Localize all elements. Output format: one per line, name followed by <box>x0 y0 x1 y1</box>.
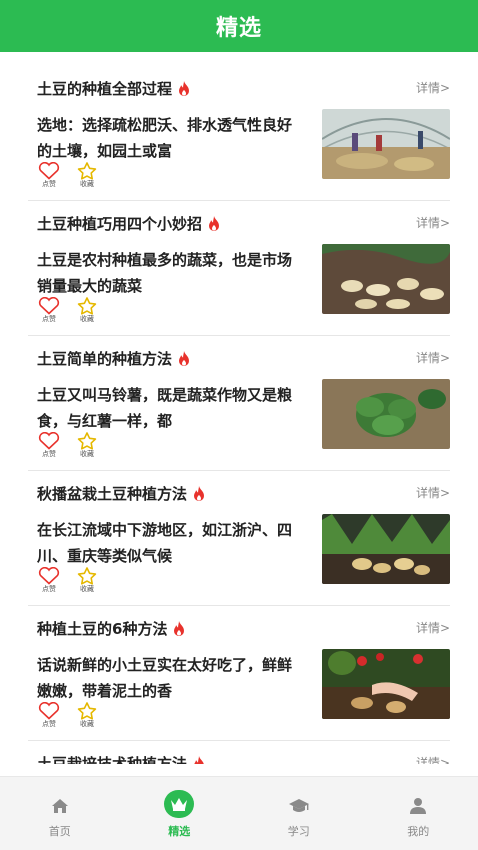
tab-study[interactable]: 学习 <box>239 777 359 850</box>
heart-icon <box>38 432 60 450</box>
article-card[interactable]: 土豆种植巧用四个小妙招 详情> 土豆是农村种植最多的蔬菜，也是市场销量最大的蔬菜… <box>28 201 450 336</box>
detail-link[interactable]: 详情> <box>416 484 450 501</box>
article-title[interactable]: 土豆栽培技术种植方法 <box>37 753 206 764</box>
article-summary: 在长江流域中下游地区，如江浙沪、四川、重庆等类似气候 <box>37 521 293 565</box>
star-icon <box>77 432 97 450</box>
article-thumbnail[interactable] <box>322 379 450 449</box>
article-title[interactable]: 种植土豆的6种方法 <box>37 618 186 639</box>
favorite-button[interactable]: 收藏 <box>75 162 99 189</box>
article-card[interactable]: 土豆简单的种植方法 详情> 土豆又叫马铃薯，既是蔬菜作物又是粮食，与红薯一样，都… <box>28 336 450 471</box>
crown-icon <box>164 790 195 821</box>
graduation-cap-icon <box>284 791 314 821</box>
fire-icon <box>179 80 190 96</box>
bottom-tab-bar: 首页 精选 学习 我的 <box>0 776 478 850</box>
article-title[interactable]: 土豆的种植全部过程 <box>37 78 191 99</box>
star-icon <box>77 162 97 180</box>
article-thumbnail[interactable] <box>322 514 450 584</box>
tab-label: 精选 <box>168 825 191 838</box>
fire-icon <box>209 215 220 231</box>
tab-label: 首页 <box>48 825 71 838</box>
article-title[interactable]: 秋播盆栽土豆种植方法 <box>37 483 206 504</box>
heart-icon <box>38 702 60 720</box>
tab-label: 我的 <box>407 825 430 838</box>
star-icon <box>77 297 97 315</box>
tab-mine[interactable]: 我的 <box>359 777 478 850</box>
fire-icon <box>194 485 205 501</box>
tab-home[interactable]: 首页 <box>0 777 120 850</box>
detail-link[interactable]: 详情> <box>416 79 450 96</box>
star-icon <box>77 702 97 720</box>
heart-icon <box>38 162 60 180</box>
like-button[interactable]: 点赞 <box>37 702 61 729</box>
article-title[interactable]: 土豆种植巧用四个小妙招 <box>37 213 221 234</box>
home-icon <box>45 791 75 821</box>
article-card[interactable]: 土豆的种植全部过程 详情> 选地：选择疏松肥沃、排水透气性良好的土壤，如园土或富… <box>28 66 450 201</box>
favorite-button[interactable]: 收藏 <box>75 702 99 729</box>
like-button[interactable]: 点赞 <box>37 432 61 459</box>
article-thumbnail[interactable] <box>322 109 450 179</box>
article-thumbnail[interactable] <box>322 649 450 719</box>
detail-link[interactable]: 详情> <box>416 619 450 636</box>
user-icon <box>403 791 433 821</box>
like-button[interactable]: 点赞 <box>37 567 61 594</box>
article-summary: 土豆又叫马铃薯，既是蔬菜作物又是粮食，与红薯一样，都 <box>37 386 293 430</box>
article-summary: 选地：选择疏松肥沃、排水透气性良好的土壤，如园土或富 <box>37 116 293 160</box>
article-summary: 话说新鲜的小土豆实在太好吃了，鲜鲜嫩嫩，带着泥土的香 <box>37 656 293 700</box>
article-feed[interactable]: 土豆的种植全部过程 详情> 选地：选择疏松肥沃、排水透气性良好的土壤，如园土或富… <box>0 66 478 764</box>
favorite-button[interactable]: 收藏 <box>75 432 99 459</box>
page-title: 精选 <box>215 16 262 41</box>
detail-link[interactable]: 详情> <box>416 349 450 366</box>
heart-icon <box>38 567 60 585</box>
detail-link[interactable]: 详情> <box>416 754 450 764</box>
article-summary: 土豆是农村种植最多的蔬菜，也是市场销量最大的蔬菜 <box>37 251 293 295</box>
article-card[interactable]: 土豆栽培技术种植方法 详情> <box>28 741 450 764</box>
fire-icon <box>179 350 190 366</box>
tab-featured[interactable]: 精选 <box>120 777 240 850</box>
fire-icon <box>174 620 185 636</box>
favorite-button[interactable]: 收藏 <box>75 297 99 324</box>
detail-link[interactable]: 详情> <box>416 214 450 231</box>
heart-icon <box>38 297 60 315</box>
like-button[interactable]: 点赞 <box>37 162 61 189</box>
article-thumbnail[interactable] <box>322 244 450 314</box>
fire-icon <box>194 755 204 764</box>
tab-label: 学习 <box>287 825 310 838</box>
star-icon <box>77 567 97 585</box>
favorite-button[interactable]: 收藏 <box>75 567 99 594</box>
article-card[interactable]: 秋播盆栽土豆种植方法 详情> 在长江流域中下游地区，如江浙沪、四川、重庆等类似气… <box>28 471 450 606</box>
article-title[interactable]: 土豆简单的种植方法 <box>37 348 191 369</box>
top-bar: 精选 <box>0 0 478 52</box>
article-card[interactable]: 种植土豆的6种方法 详情> 话说新鲜的小土豆实在太好吃了，鲜鲜嫩嫩，带着泥土的香… <box>28 606 450 741</box>
like-button[interactable]: 点赞 <box>37 297 61 324</box>
